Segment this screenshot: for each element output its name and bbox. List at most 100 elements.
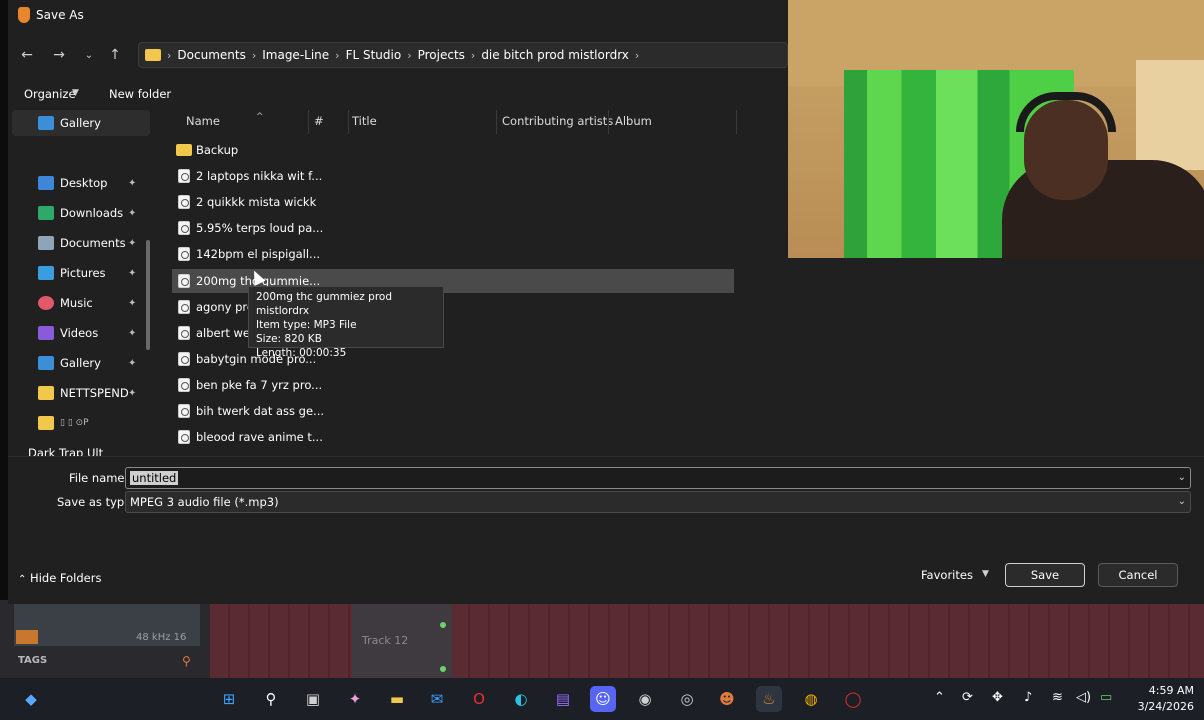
breadcrumb-separator-icon[interactable]: › xyxy=(252,49,256,62)
back-arrow-icon[interactable]: ← xyxy=(16,44,38,66)
file-name-field[interactable]: untitled ⌄ xyxy=(125,467,1191,489)
tooltip-item-type: Item type: MP3 File xyxy=(256,319,357,331)
file-row[interactable]: ben pke fa 7 yrz pro... xyxy=(172,373,734,397)
navigation-bar: ← → ⌄ ↑ › Documents › Image-Line › FL St… xyxy=(8,30,788,80)
search-icon[interactable]: ⚲ xyxy=(258,686,284,712)
file-row[interactable]: 142bpm el pispigall... xyxy=(172,242,734,266)
pin-icon[interactable]: ✦ xyxy=(128,388,136,399)
cancel-button[interactable]: Cancel xyxy=(1098,563,1178,587)
save-as-type-select[interactable]: MPEG 3 audio file (*.mp3) ⌄ xyxy=(125,491,1191,513)
column-header-name[interactable]: Name ^ xyxy=(186,112,264,134)
sidebar-item-desktop[interactable]: Desktop ✦ xyxy=(12,170,150,196)
new-folder-button[interactable]: New folder xyxy=(109,87,171,101)
hide-folders-button[interactable]: ⌃ Hide Folders xyxy=(18,571,101,585)
column-header-album[interactable]: Album xyxy=(615,114,652,134)
file-row[interactable]: 2 quikkk mista wickk xyxy=(172,190,734,214)
file-row[interactable]: bih twerk dat ass ge... xyxy=(172,399,734,423)
column-divider[interactable] xyxy=(736,110,737,134)
dialog-titlebar[interactable]: Save As xyxy=(8,0,788,30)
file-row[interactable]: 2 laptops nikka wit f... xyxy=(172,164,734,188)
pin-icon[interactable]: ✦ xyxy=(128,268,136,279)
clock-date[interactable]: 3/24/2026 xyxy=(1130,700,1194,713)
file-explorer-icon[interactable]: ▬ xyxy=(384,686,410,712)
save-button[interactable]: Save xyxy=(1005,563,1085,587)
sidebar-scrollbar[interactable] xyxy=(146,240,150,350)
breadcrumb-separator-icon[interactable]: › xyxy=(407,49,411,62)
breadcrumb-projects[interactable]: Projects xyxy=(418,48,465,62)
sidebar-item-gallery-pinned[interactable]: Gallery ✦ xyxy=(12,350,150,376)
obs-icon[interactable]: ◎ xyxy=(674,686,700,712)
pin-icon[interactable]: ✦ xyxy=(128,208,136,219)
file-name: 142bpm el pispigall... xyxy=(196,247,321,261)
start-menu-icon[interactable]: ⊞ xyxy=(216,686,242,712)
breadcrumb-image-line[interactable]: Image-Line xyxy=(262,48,329,62)
column-divider[interactable] xyxy=(608,110,609,134)
favorites-dropdown-icon[interactable]: ▼ xyxy=(982,569,989,579)
organize-button[interactable]: Organize xyxy=(24,87,76,101)
chevron-down-icon[interactable]: ⌄ xyxy=(1178,496,1186,507)
video-editor-icon[interactable]: ▤ xyxy=(550,686,576,712)
mail-icon[interactable]: ✉ xyxy=(424,686,450,712)
sidebar-item-videos[interactable]: Videos ✦ xyxy=(12,320,150,346)
copilot-badge-icon[interactable]: ◆ xyxy=(18,686,44,712)
discord-icon[interactable]: ☺ xyxy=(590,686,616,712)
task-view-icon[interactable]: ▣ xyxy=(300,686,326,712)
opera-gx-icon[interactable]: ◯ xyxy=(840,686,866,712)
sidebar-item-dark-trap[interactable]: Dark Trap Ult xyxy=(12,440,150,456)
breadcrumb-separator-icon[interactable]: › xyxy=(635,49,639,62)
edge-icon[interactable]: ◐ xyxy=(508,686,534,712)
favorites-button[interactable]: Favorites xyxy=(921,568,973,582)
recent-locations-chevron-icon[interactable]: ⌄ xyxy=(78,44,100,66)
breadcrumb-separator-icon[interactable]: › xyxy=(335,49,339,62)
sidebar-item-glyph-folder[interactable]: ▯ ▯ ⊙P xyxy=(12,410,150,436)
chrome-icon[interactable]: ◍ xyxy=(798,686,824,712)
breadcrumb-separator-icon[interactable]: › xyxy=(471,49,475,62)
breadcrumb-documents[interactable]: Documents xyxy=(177,48,245,62)
column-divider[interactable] xyxy=(348,110,349,134)
volume-icon[interactable]: ◁) xyxy=(1076,690,1091,705)
fl-studio-icon[interactable]: ♨ xyxy=(756,686,782,712)
wifi-icon[interactable]: ≋ xyxy=(1052,690,1063,705)
column-header-title[interactable]: Title xyxy=(352,114,377,134)
tag-search-icon[interactable]: ⚲ xyxy=(182,654,191,668)
file-row[interactable]: bleood rave anime t... xyxy=(172,425,734,449)
show-hidden-icons-chevron-icon[interactable]: ⌃ xyxy=(934,690,945,705)
file-row[interactable]: 5.95% terps loud pa... xyxy=(172,216,734,240)
sync-icon[interactable]: ⟳ xyxy=(962,690,973,705)
sidebar-item-gallery[interactable]: Gallery xyxy=(12,110,150,136)
game-app-icon[interactable]: ☻ xyxy=(714,686,740,712)
column-divider[interactable] xyxy=(308,110,309,134)
address-bar[interactable]: › Documents › Image-Line › FL Studio › P… xyxy=(138,42,788,68)
breadcrumb-current-folder[interactable]: die bitch prod mistlordrx xyxy=(481,48,629,62)
sidebar-item-pictures[interactable]: Pictures ✦ xyxy=(12,260,150,286)
breadcrumb-fl-studio[interactable]: FL Studio xyxy=(346,48,402,62)
opera-icon[interactable]: O xyxy=(466,686,492,712)
folder-row[interactable]: Backup xyxy=(172,138,734,162)
sidebar-item-downloads[interactable]: Downloads ✦ xyxy=(12,200,150,226)
breadcrumb-separator-icon[interactable]: › xyxy=(167,49,171,62)
track-led-icon[interactable] xyxy=(440,622,446,628)
column-header-contributing-artists[interactable]: Contributing artists xyxy=(502,114,613,134)
pin-icon[interactable]: ✦ xyxy=(128,358,136,369)
up-arrow-icon[interactable]: ↑ xyxy=(104,44,126,66)
forward-arrow-icon[interactable]: → xyxy=(48,44,70,66)
track-led-icon[interactable] xyxy=(440,666,446,672)
clock-time[interactable]: 4:59 AM xyxy=(1134,684,1194,697)
sidebar-item-music[interactable]: Music ✦ xyxy=(12,290,150,316)
column-header-number[interactable]: # xyxy=(314,114,324,134)
dropbox-icon[interactable]: ✥ xyxy=(992,690,1003,705)
tags-label: TAGS xyxy=(18,655,48,666)
chevron-down-icon[interactable]: ⌄ xyxy=(1178,472,1186,483)
microphone-icon[interactable]: ♪ xyxy=(1024,690,1032,705)
pin-icon[interactable]: ✦ xyxy=(128,328,136,339)
sidebar-item-nettspend[interactable]: NETTSPEND ✦ xyxy=(12,380,150,406)
pin-icon[interactable]: ✦ xyxy=(128,298,136,309)
organize-dropdown-icon[interactable]: ▼ xyxy=(72,88,79,98)
column-divider[interactable] xyxy=(496,110,497,134)
pin-icon[interactable]: ✦ xyxy=(128,238,136,249)
copilot-icon[interactable]: ✦ xyxy=(342,686,368,712)
camera-icon[interactable]: ◉ xyxy=(632,686,658,712)
sidebar-item-documents[interactable]: Documents ✦ xyxy=(12,230,150,256)
pin-icon[interactable]: ✦ xyxy=(128,178,136,189)
battery-icon[interactable]: ▭ xyxy=(1100,690,1112,705)
